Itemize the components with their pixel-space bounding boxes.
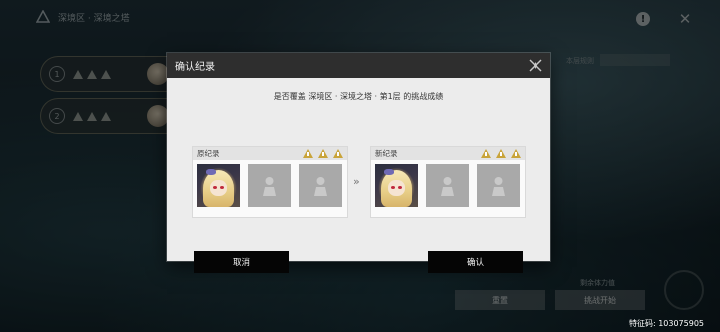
empty-slot (477, 164, 520, 207)
cancel-button[interactable]: 取消 (194, 251, 289, 273)
confirm-button[interactable]: 确认 (428, 251, 523, 273)
new-record-card: 新纪录 (370, 146, 526, 218)
old-record-label: 原纪录 (197, 149, 220, 158)
close-icon[interactable] (527, 57, 544, 74)
character-portrait (375, 164, 418, 207)
empty-slot (299, 164, 342, 207)
dialog-title: 确认纪录 (175, 62, 215, 73)
star-icon (318, 149, 328, 158)
person-icon (440, 176, 455, 196)
empty-slot (426, 164, 469, 207)
star-icon (496, 149, 506, 158)
confirm-record-dialog: 确认纪录 是否覆盖 深境区 · 深境之塔 · 第1层 的挑战成绩 原纪录 » 新… (167, 53, 550, 273)
star-icon (333, 149, 343, 158)
uid-label: 特征码: 103075905 (628, 319, 704, 328)
person-icon (313, 176, 328, 196)
dialog-header: 确认纪录 (167, 53, 550, 78)
arrow-icon: » (353, 175, 360, 188)
empty-slot (248, 164, 291, 207)
star-icon (303, 149, 313, 158)
new-record-label: 新纪录 (375, 149, 398, 158)
star-icon (511, 149, 521, 158)
confirm-question: 是否覆盖 深境区 · 深境之塔 · 第1层 的挑战成绩 (273, 92, 444, 101)
star-icon (481, 149, 491, 158)
person-icon (491, 176, 506, 196)
person-icon (262, 176, 277, 196)
character-portrait (197, 164, 240, 207)
old-record-card: 原纪录 (192, 146, 348, 218)
